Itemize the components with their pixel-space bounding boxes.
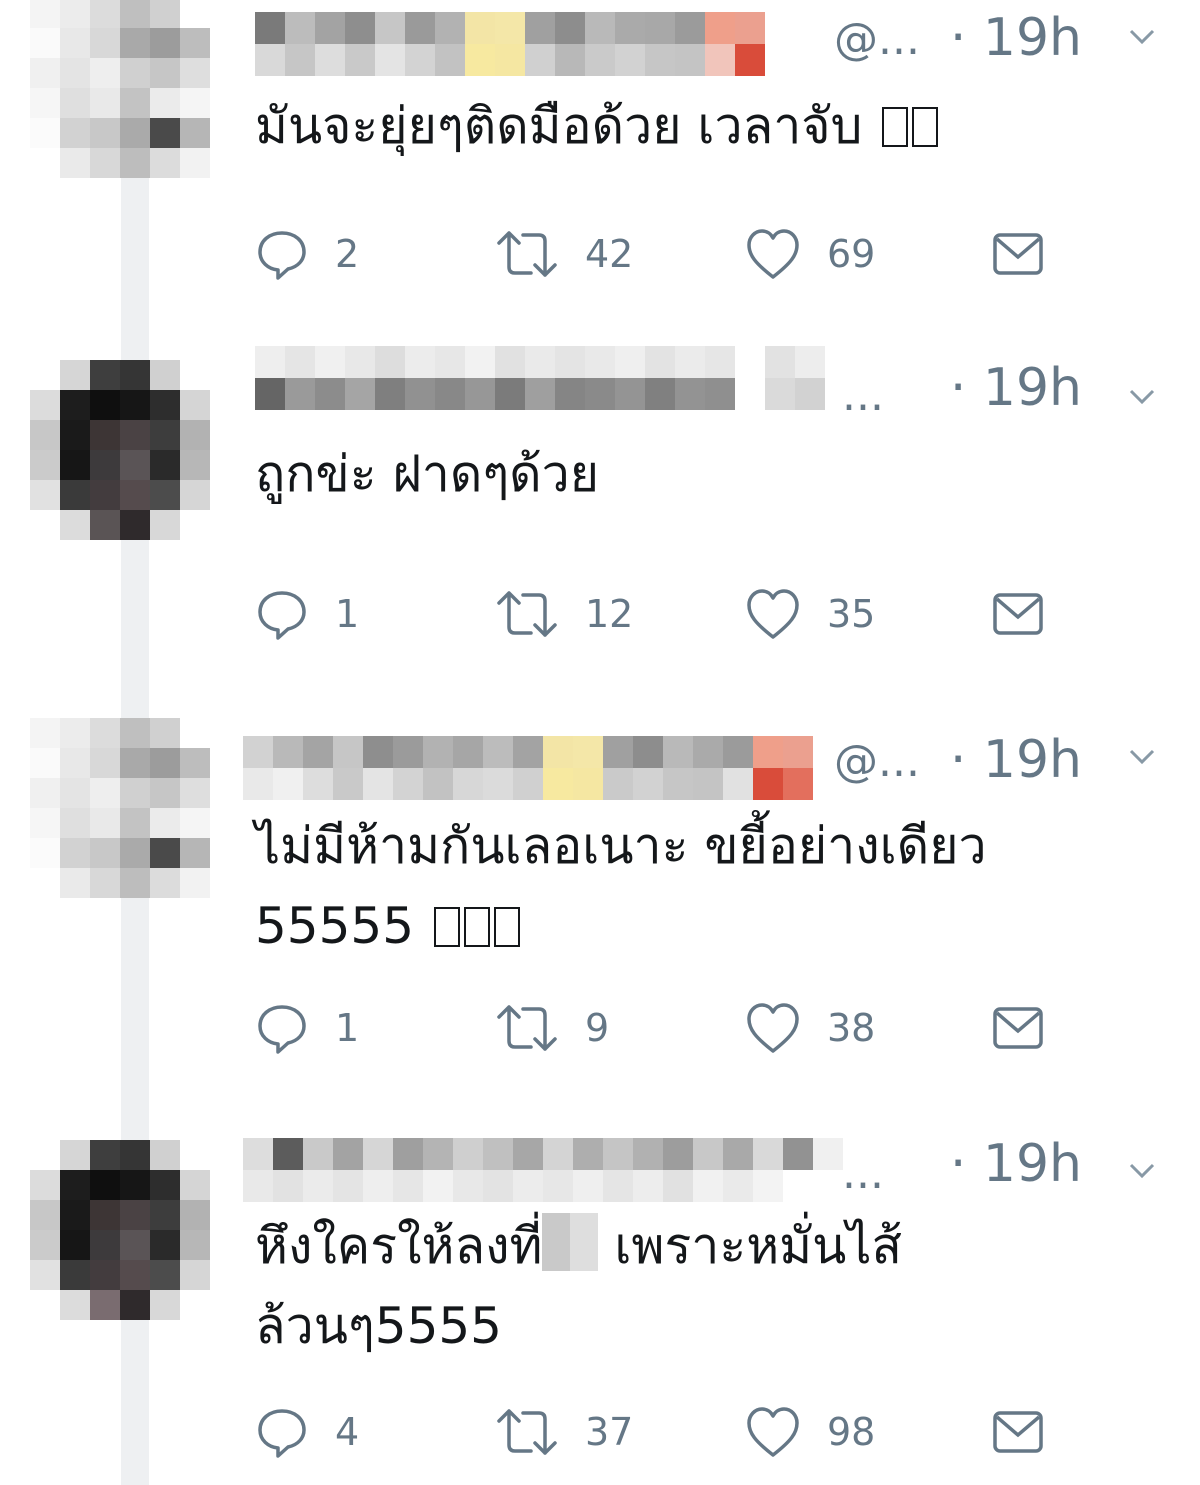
retweet-button[interactable]: 42 xyxy=(495,224,633,284)
like-count: 38 xyxy=(827,1006,876,1050)
like-button[interactable]: 38 xyxy=(745,998,875,1058)
reply-button[interactable]: 4 xyxy=(255,1402,359,1462)
like-button[interactable]: 69 xyxy=(745,224,875,284)
avatar[interactable] xyxy=(30,360,210,540)
reply-count: 1 xyxy=(335,1006,360,1050)
display-name-blurred[interactable] xyxy=(243,1138,843,1202)
avatar[interactable] xyxy=(30,718,210,898)
user-handle[interactable]: ... xyxy=(842,370,884,421)
dm-icon xyxy=(993,1007,1043,1049)
like-icon xyxy=(747,229,799,279)
timestamp[interactable]: · 19h xyxy=(950,1134,1082,1194)
retweet-icon xyxy=(497,1005,557,1051)
retweet-button[interactable]: 9 xyxy=(495,998,609,1058)
dm-icon xyxy=(993,593,1043,635)
reply-icon xyxy=(258,1005,306,1054)
reply-button[interactable]: 1 xyxy=(255,998,359,1058)
retweet-count: 42 xyxy=(585,232,634,276)
like-icon xyxy=(747,589,799,639)
display-name-blurred[interactable] xyxy=(243,736,823,800)
display-name-blurred[interactable] xyxy=(255,12,815,76)
user-handle[interactable]: ... xyxy=(842,1148,884,1199)
tweet-actions: 2 42 69 xyxy=(255,224,1055,284)
tweet-actions: 1 9 38 xyxy=(255,998,1055,1058)
timestamp[interactable]: · 19h xyxy=(950,8,1082,68)
retweet-icon xyxy=(497,591,557,637)
reply-icon xyxy=(258,1409,306,1458)
timestamp[interactable]: · 19h xyxy=(950,730,1082,790)
direct-message-button[interactable] xyxy=(991,224,1045,284)
tweet-actions: 1 12 35 xyxy=(255,584,1055,644)
chevron-down-icon[interactable] xyxy=(1128,382,1156,410)
missing-emoji-glyph xyxy=(882,107,909,147)
dm-icon xyxy=(993,233,1043,275)
reply-button[interactable]: 1 xyxy=(255,584,359,644)
retweet-count: 9 xyxy=(585,1006,610,1050)
display-name-blurred[interactable] xyxy=(255,346,835,410)
retweet-button[interactable]: 12 xyxy=(495,584,633,644)
reply-count: 1 xyxy=(335,592,360,636)
tweet-text: ไม่มีห้ามกันเลอเนาะ ขยี้อย่างเดียว 55555 xyxy=(255,817,987,955)
tweet-actions: 4 37 98 xyxy=(255,1402,1055,1462)
retweet-button[interactable]: 37 xyxy=(495,1402,633,1462)
dm-icon xyxy=(993,1411,1043,1453)
retweet-icon xyxy=(497,1409,557,1455)
missing-emoji-glyph xyxy=(493,907,520,947)
missing-emoji-glyph xyxy=(463,907,490,947)
like-icon xyxy=(747,1407,799,1457)
like-button[interactable]: 35 xyxy=(745,584,875,644)
direct-message-button[interactable] xyxy=(991,1402,1045,1462)
tweet-text: ถูกข่ะ ฝาดๆด้วย xyxy=(255,445,600,503)
like-count: 35 xyxy=(827,592,876,636)
reply-button[interactable]: 2 xyxy=(255,224,359,284)
tweet-text: หึงใครให้ลงที่ เพราะหมั่นไส้ ล้วนๆ5555 xyxy=(255,1206,1135,1366)
chevron-down-icon[interactable] xyxy=(1128,22,1156,50)
like-count: 98 xyxy=(827,1410,876,1454)
reply-icon xyxy=(258,591,306,640)
reply-icon xyxy=(258,231,306,280)
retweet-count: 12 xyxy=(585,592,634,636)
missing-emoji-glyph xyxy=(912,107,939,147)
tweet-text: มันจะยุ่ยๆติดมือด้วย เวลาจับ xyxy=(255,86,1135,166)
chevron-down-icon[interactable] xyxy=(1128,1156,1156,1184)
like-button[interactable]: 98 xyxy=(745,1402,875,1462)
avatar[interactable] xyxy=(30,0,210,178)
reply-count: 2 xyxy=(335,232,360,276)
user-handle[interactable]: @... xyxy=(834,14,920,65)
direct-message-button[interactable] xyxy=(991,584,1045,644)
retweet-count: 37 xyxy=(585,1410,634,1454)
user-handle[interactable]: @... xyxy=(834,736,920,787)
retweet-icon xyxy=(497,231,557,277)
timestamp[interactable]: · 19h xyxy=(950,358,1082,418)
chevron-down-icon[interactable] xyxy=(1128,742,1156,770)
avatar[interactable] xyxy=(30,1140,210,1320)
direct-message-button[interactable] xyxy=(991,998,1045,1058)
redacted-text xyxy=(542,1213,599,1271)
like-count: 69 xyxy=(827,232,876,276)
like-icon xyxy=(747,1003,799,1053)
reply-count: 4 xyxy=(335,1410,360,1454)
missing-emoji-glyph xyxy=(433,907,460,947)
